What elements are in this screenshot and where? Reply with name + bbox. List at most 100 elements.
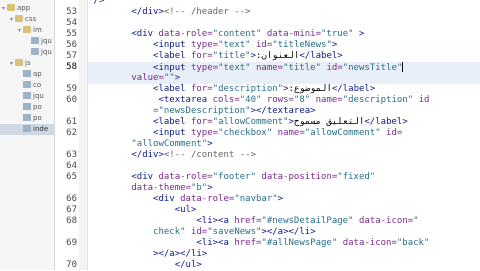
code-token: type= [190,128,219,138]
code-token: <label [153,84,191,94]
code-token: <div [131,29,159,39]
code-token: <label [153,117,191,127]
code-token: <!-- /header --> [163,7,251,17]
code-token: "fixed" [337,172,376,182]
tree-item-label: jqu [33,92,44,100]
code-token: "checkbox" [218,128,278,138]
code-token: <!-- /content --> [163,150,256,160]
code-token: > [331,40,338,50]
tree-item[interactable]: ▾ app [0,3,54,14]
code-token: <li><a [196,238,235,248]
code-token: <input [153,63,191,73]
tree-item-label: im [33,26,42,34]
line-number: 53 [66,7,77,17]
tree-item[interactable]: po [0,102,54,113]
code-token: " [413,216,419,226]
code-token: name= [256,63,284,73]
code-line: <input type="text" id="titleNews"> [88,40,337,51]
code-token: data-role= [158,29,213,39]
line-number: 63 [66,150,77,160]
line-number: 60 [66,95,77,105]
folder-icon [15,59,23,66]
tree-item[interactable]: jqu [0,36,54,47]
code-token: "description" [212,84,284,94]
tree-item[interactable]: ▾ css [0,14,54,25]
code-token: "b" [190,183,208,193]
code-token: "true" [321,29,359,39]
line-number: 70 [66,260,77,270]
code-line: <li><a href="#allNewsPage" data-icon="ba… [88,238,429,249]
line-number: 65 [66,172,77,182]
code-token: </label> [364,117,408,127]
code-token: > [207,183,213,193]
code-line: "allowComment"> [88,139,213,150]
line-number: 66 [66,194,77,204]
tree-item-label: co [33,81,42,89]
tree-item[interactable]: jqu [0,91,54,102]
tree-item[interactable]: ap [0,69,54,80]
code-line: ></a></li> [88,249,207,260]
tree-item-label: ap [33,70,42,78]
code-token: "title" [212,51,251,61]
file-icon [23,114,31,121]
code-line: <div data-role="content" data-mini="true… [88,29,364,40]
code-line: <input type="checkbox" name="allowCommen… [88,128,402,139]
code-token: <textarea [158,95,213,105]
code-token: "saveNews" [207,227,262,237]
code-editor[interactable]: " /> </div><!-- /header --> <div data-rol… [88,0,480,270]
code-line: </div><!-- /header --> [88,7,251,18]
line-number: 61 [66,117,77,127]
code-token: data-icon= [342,238,397,248]
code-token: cols= [212,95,240,105]
code-token: for= [190,117,213,127]
fold-marker-strip [79,0,88,270]
code-line: <div data-role="footer" data-position="f… [88,172,375,183]
text-cursor [402,62,404,72]
code-token: <ul> [174,205,197,215]
tree-item[interactable]: co [0,80,54,91]
code-token: id= [190,227,208,237]
folder-icon [15,15,23,22]
file-icon [31,48,39,55]
line-number: 57 [66,51,77,61]
code-token: data-theme= [131,183,191,193]
tree-item-label: po [33,114,42,122]
code-token: href= [234,216,262,226]
tree-item[interactable]: ▾ im [0,25,54,36]
tree-item[interactable]: ▾ js [0,58,54,69]
code-token: > [277,194,284,204]
code-token: "navbar" [234,194,278,204]
code-token: </div> [131,7,164,17]
code-token: for= [190,84,213,94]
tree-item[interactable]: po [0,113,54,124]
code-token: ></a></li> [261,227,316,237]
code-token: الموضوع: [288,84,332,94]
line-number: 62 [66,128,77,138]
code-token: ="newsDescription" [153,106,251,116]
code-token: <label [153,51,191,61]
code-token: ></textarea> [250,106,316,116]
tree-item[interactable]: inde [0,124,54,135]
code-token: التعليق مسموح [293,117,365,127]
code-token: id= [256,40,273,50]
code-token: "#newsDetailPage" [261,216,359,226]
file-icon [23,70,31,77]
code-line: <label for="allowComment">التعليق مسموح<… [88,117,408,128]
code-line: </ul> [88,260,202,270]
file-icon [23,81,31,88]
code-line: ="newsDescription"></textarea> [88,106,316,117]
code-token: > [207,139,213,149]
tree-item[interactable]: jqu [0,47,54,58]
code-token: data-role= [158,172,213,182]
line-number: 58 [66,62,77,72]
code-token: "description" [342,95,419,105]
code-line: <textarea cols="40" rows="8" name="descr… [88,95,429,106]
code-token: "content" [212,29,267,39]
tree-item-label: po [33,103,42,111]
code-token: "titleNews" [272,40,332,50]
file-icon [23,92,31,99]
code-token: /> [93,0,105,6]
code-token: name= [315,95,343,105]
line-number: 54 [66,18,77,28]
tree-item-label: css [25,15,37,23]
